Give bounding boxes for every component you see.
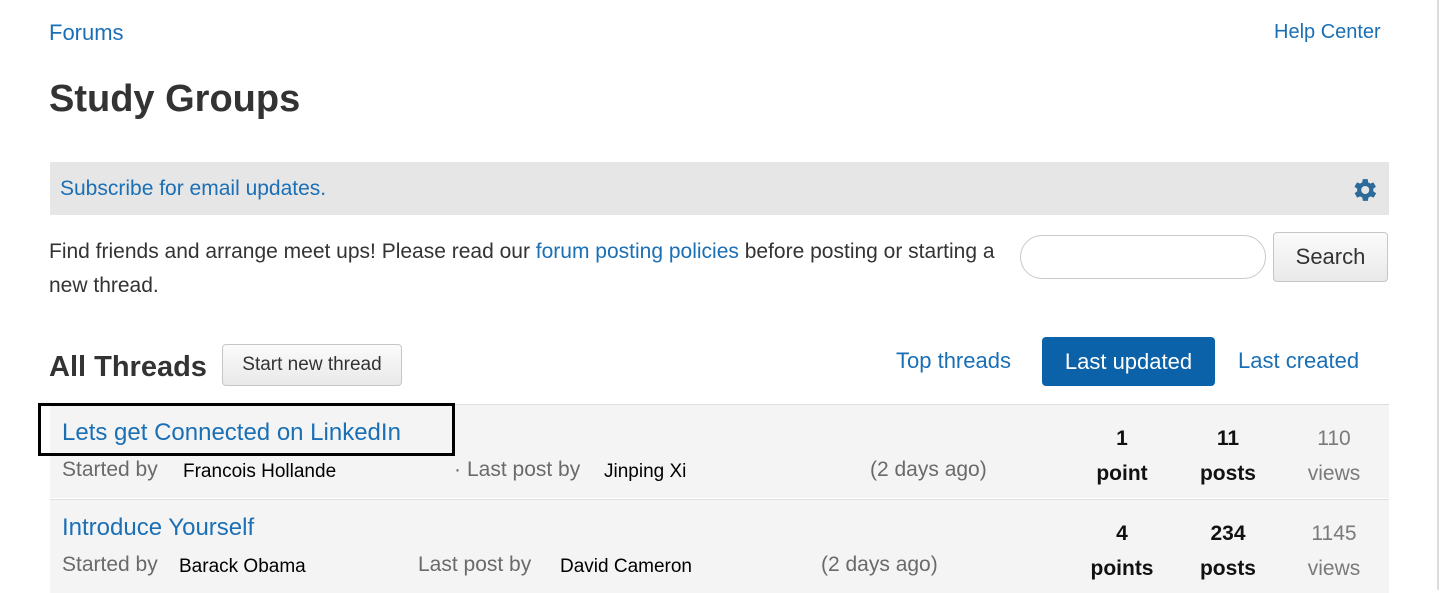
- search-button[interactable]: Search: [1273, 232, 1388, 282]
- last-poster-name[interactable]: David Cameron: [560, 556, 692, 578]
- views-value: 110: [1317, 427, 1351, 450]
- thread-title-link[interactable]: Introduce Yourself: [62, 514, 254, 542]
- thread-row[interactable]: Introduce Yourself Started by Barack Oba…: [50, 499, 1389, 593]
- thread-starter-name[interactable]: Barack Obama: [179, 556, 306, 578]
- search-input[interactable]: [1020, 235, 1266, 279]
- points-label: points: [1090, 557, 1154, 580]
- subscribe-bar: Subscribe for email updates.: [50, 162, 1389, 215]
- posts-label: posts: [1199, 557, 1256, 580]
- points-stat: 1 point: [1082, 421, 1162, 491]
- intro-text-start: Find friends and arrange meet ups! Pleas…: [49, 240, 536, 263]
- all-threads-heading: All Threads: [49, 351, 207, 383]
- last-post-time: (2 days ago): [821, 553, 938, 576]
- tab-top-threads[interactable]: Top threads: [896, 348, 1011, 374]
- tab-last-updated[interactable]: Last updated: [1042, 337, 1215, 386]
- posting-policies-link[interactable]: forum posting policies: [536, 240, 739, 263]
- right-edge-divider: [1437, 0, 1439, 590]
- posts-value: 234: [1210, 522, 1246, 545]
- thread-starter-name[interactable]: Francois Hollande: [183, 461, 336, 483]
- points-value: 1: [1116, 427, 1128, 450]
- intro-text: Find friends and arrange meet ups! Pleas…: [49, 235, 1009, 303]
- views-stat: 1145 views: [1294, 516, 1374, 586]
- start-new-thread-button[interactable]: Start new thread: [222, 344, 402, 386]
- points-label: point: [1096, 462, 1148, 485]
- views-label: views: [1307, 462, 1361, 485]
- points-stat: 4 points: [1082, 516, 1162, 586]
- page-title: Study Groups: [49, 78, 301, 120]
- forums-link[interactable]: Forums: [49, 20, 124, 46]
- separator-dot: ·: [454, 458, 461, 481]
- last-poster-name[interactable]: Jinping Xi: [604, 461, 686, 483]
- posts-stat: 234 posts: [1188, 516, 1268, 586]
- last-post-time: (2 days ago): [870, 458, 987, 481]
- gear-icon[interactable]: [1349, 175, 1379, 205]
- subscribe-link[interactable]: Subscribe for email updates.: [60, 177, 326, 201]
- views-value: 1145: [1311, 522, 1357, 545]
- started-by-label: Started by: [62, 458, 158, 481]
- last-post-label: Last post by: [418, 553, 532, 576]
- points-value: 4: [1116, 522, 1128, 545]
- posts-value: 11: [1216, 427, 1240, 450]
- last-post-label: Last post by: [467, 458, 581, 481]
- highlight-box: [38, 403, 455, 456]
- posts-stat: 11 posts: [1188, 421, 1268, 491]
- views-label: views: [1307, 557, 1361, 580]
- views-stat: 110 views: [1294, 421, 1374, 491]
- tab-last-created[interactable]: Last created: [1238, 348, 1359, 374]
- help-center-link[interactable]: Help Center: [1274, 21, 1381, 44]
- posts-label: posts: [1199, 462, 1256, 485]
- started-by-label: Started by: [62, 553, 158, 576]
